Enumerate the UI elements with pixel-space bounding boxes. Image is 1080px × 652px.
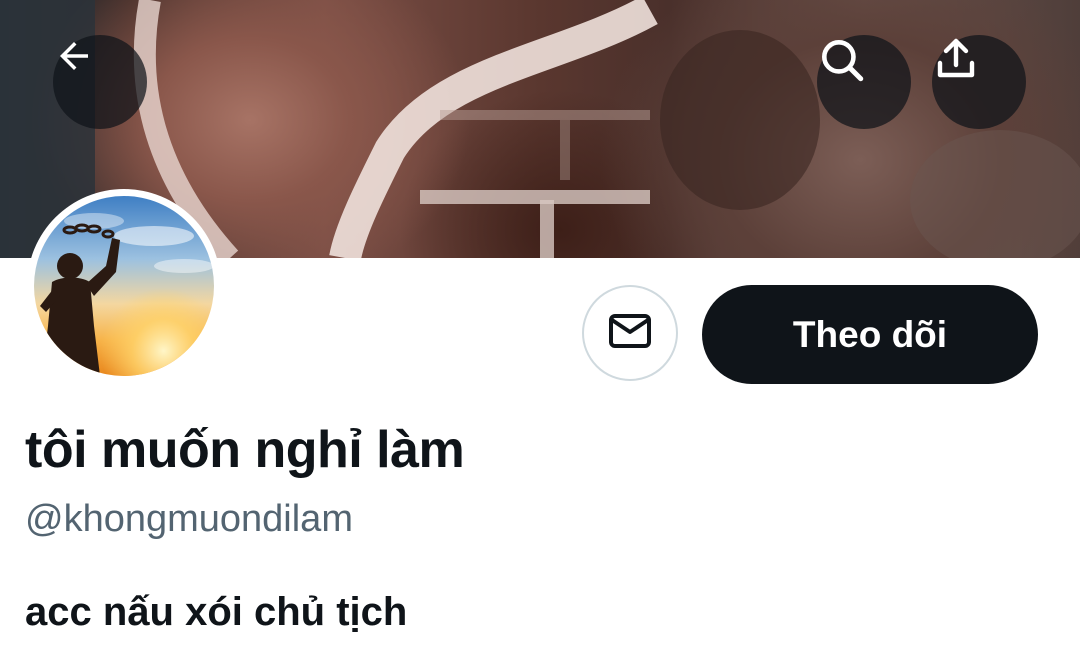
display-name: tôi muốn nghỉ làm [25, 421, 465, 479]
avatar-container[interactable] [27, 189, 221, 383]
follow-button-label: Theo dõi [792, 313, 948, 355]
avatar[interactable] [34, 196, 214, 376]
back-button[interactable] [53, 35, 147, 129]
follow-button[interactable]: Theo dõi [702, 285, 1038, 384]
profile-bio: acc nấu xói chủ tịch [25, 590, 408, 634]
share-button[interactable] [932, 35, 1026, 129]
profile-page: Theo dõi tôi muốn nghỉ làm @khongmuondil… [0, 0, 1080, 652]
avatar-sunset-silhouette [34, 196, 214, 376]
message-button[interactable] [582, 285, 678, 381]
search-button[interactable] [817, 35, 911, 129]
envelope-icon [606, 307, 654, 360]
user-handle: @khongmuondilam [25, 498, 353, 540]
